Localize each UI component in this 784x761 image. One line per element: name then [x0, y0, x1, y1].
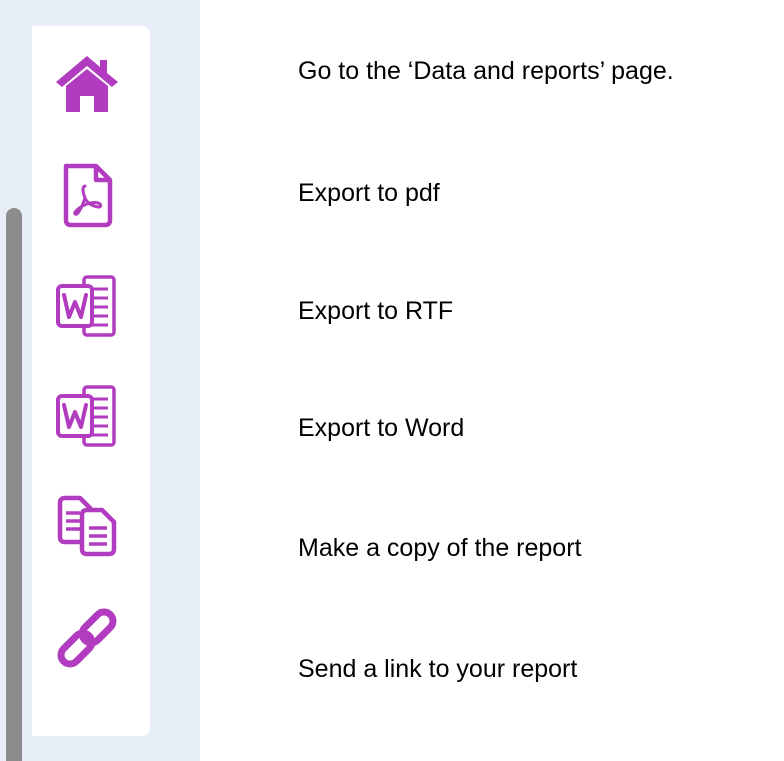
link-description: Send a link to your report — [298, 655, 578, 683]
copy-description: Make a copy of the report — [298, 534, 582, 562]
home-description: Go to the ‘Data and reports’ page. — [298, 57, 674, 85]
scrollbar[interactable] — [0, 0, 32, 761]
word-description: Export to Word — [298, 414, 465, 442]
link-icon[interactable] — [52, 603, 122, 673]
rtf-description: Export to RTF — [298, 297, 454, 325]
copy-icon[interactable] — [52, 491, 122, 561]
pdf-description: Export to pdf — [298, 179, 440, 207]
home-icon[interactable] — [52, 48, 122, 118]
word-icon[interactable] — [52, 381, 122, 451]
scrollbar-thumb[interactable] — [6, 208, 22, 761]
pdf-icon[interactable] — [52, 160, 122, 230]
word-icon[interactable] — [52, 271, 122, 341]
icon-legend: Go to the ‘Data and reports’ page. Expor… — [0, 0, 784, 761]
